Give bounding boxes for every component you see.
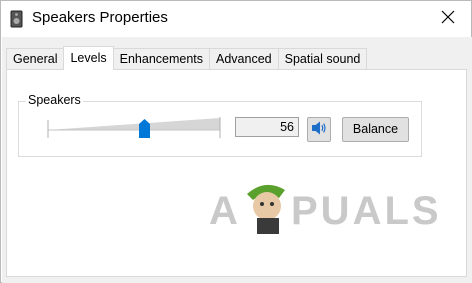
speaker-device-icon <box>10 10 23 28</box>
title-bar: Speakers Properties <box>1 1 471 37</box>
volume-slider[interactable] <box>46 115 222 141</box>
speaker-volume-icon <box>311 120 327 140</box>
tab-enhancements[interactable]: Enhancements <box>112 48 211 69</box>
watermark-mascot-icon <box>247 184 285 234</box>
volume-slider-thumb[interactable] <box>138 119 150 138</box>
tab-spatial-sound[interactable]: Spatial sound <box>277 48 368 69</box>
watermark-text-rest: PUALS <box>291 189 442 233</box>
close-button[interactable] <box>425 1 471 35</box>
tab-strip: General Levels Enhancements Advanced Spa… <box>6 46 368 70</box>
tab-advanced[interactable]: Advanced <box>209 48 279 69</box>
levels-panel: Speakers 56 Balance <box>6 69 467 277</box>
dialog-client-area: General Levels Enhancements Advanced Spa… <box>2 37 472 283</box>
tab-levels[interactable]: Levels <box>63 46 114 70</box>
appuals-watermark: A PUALS <box>209 184 442 234</box>
watermark-letter-a: A <box>209 189 241 233</box>
tab-general[interactable]: General <box>6 48 65 69</box>
balance-button[interactable]: Balance <box>342 117 409 142</box>
close-icon <box>441 9 455 28</box>
mute-button[interactable] <box>307 117 331 142</box>
slider-track <box>47 117 221 138</box>
window-title: Speakers Properties <box>32 9 168 26</box>
properties-window: Speakers Properties General Levels Enhan… <box>0 0 472 283</box>
volume-value-field[interactable]: 56 <box>235 117 299 137</box>
speakers-group: Speakers 56 Balance <box>18 93 422 157</box>
group-label: Speakers <box>26 93 83 107</box>
